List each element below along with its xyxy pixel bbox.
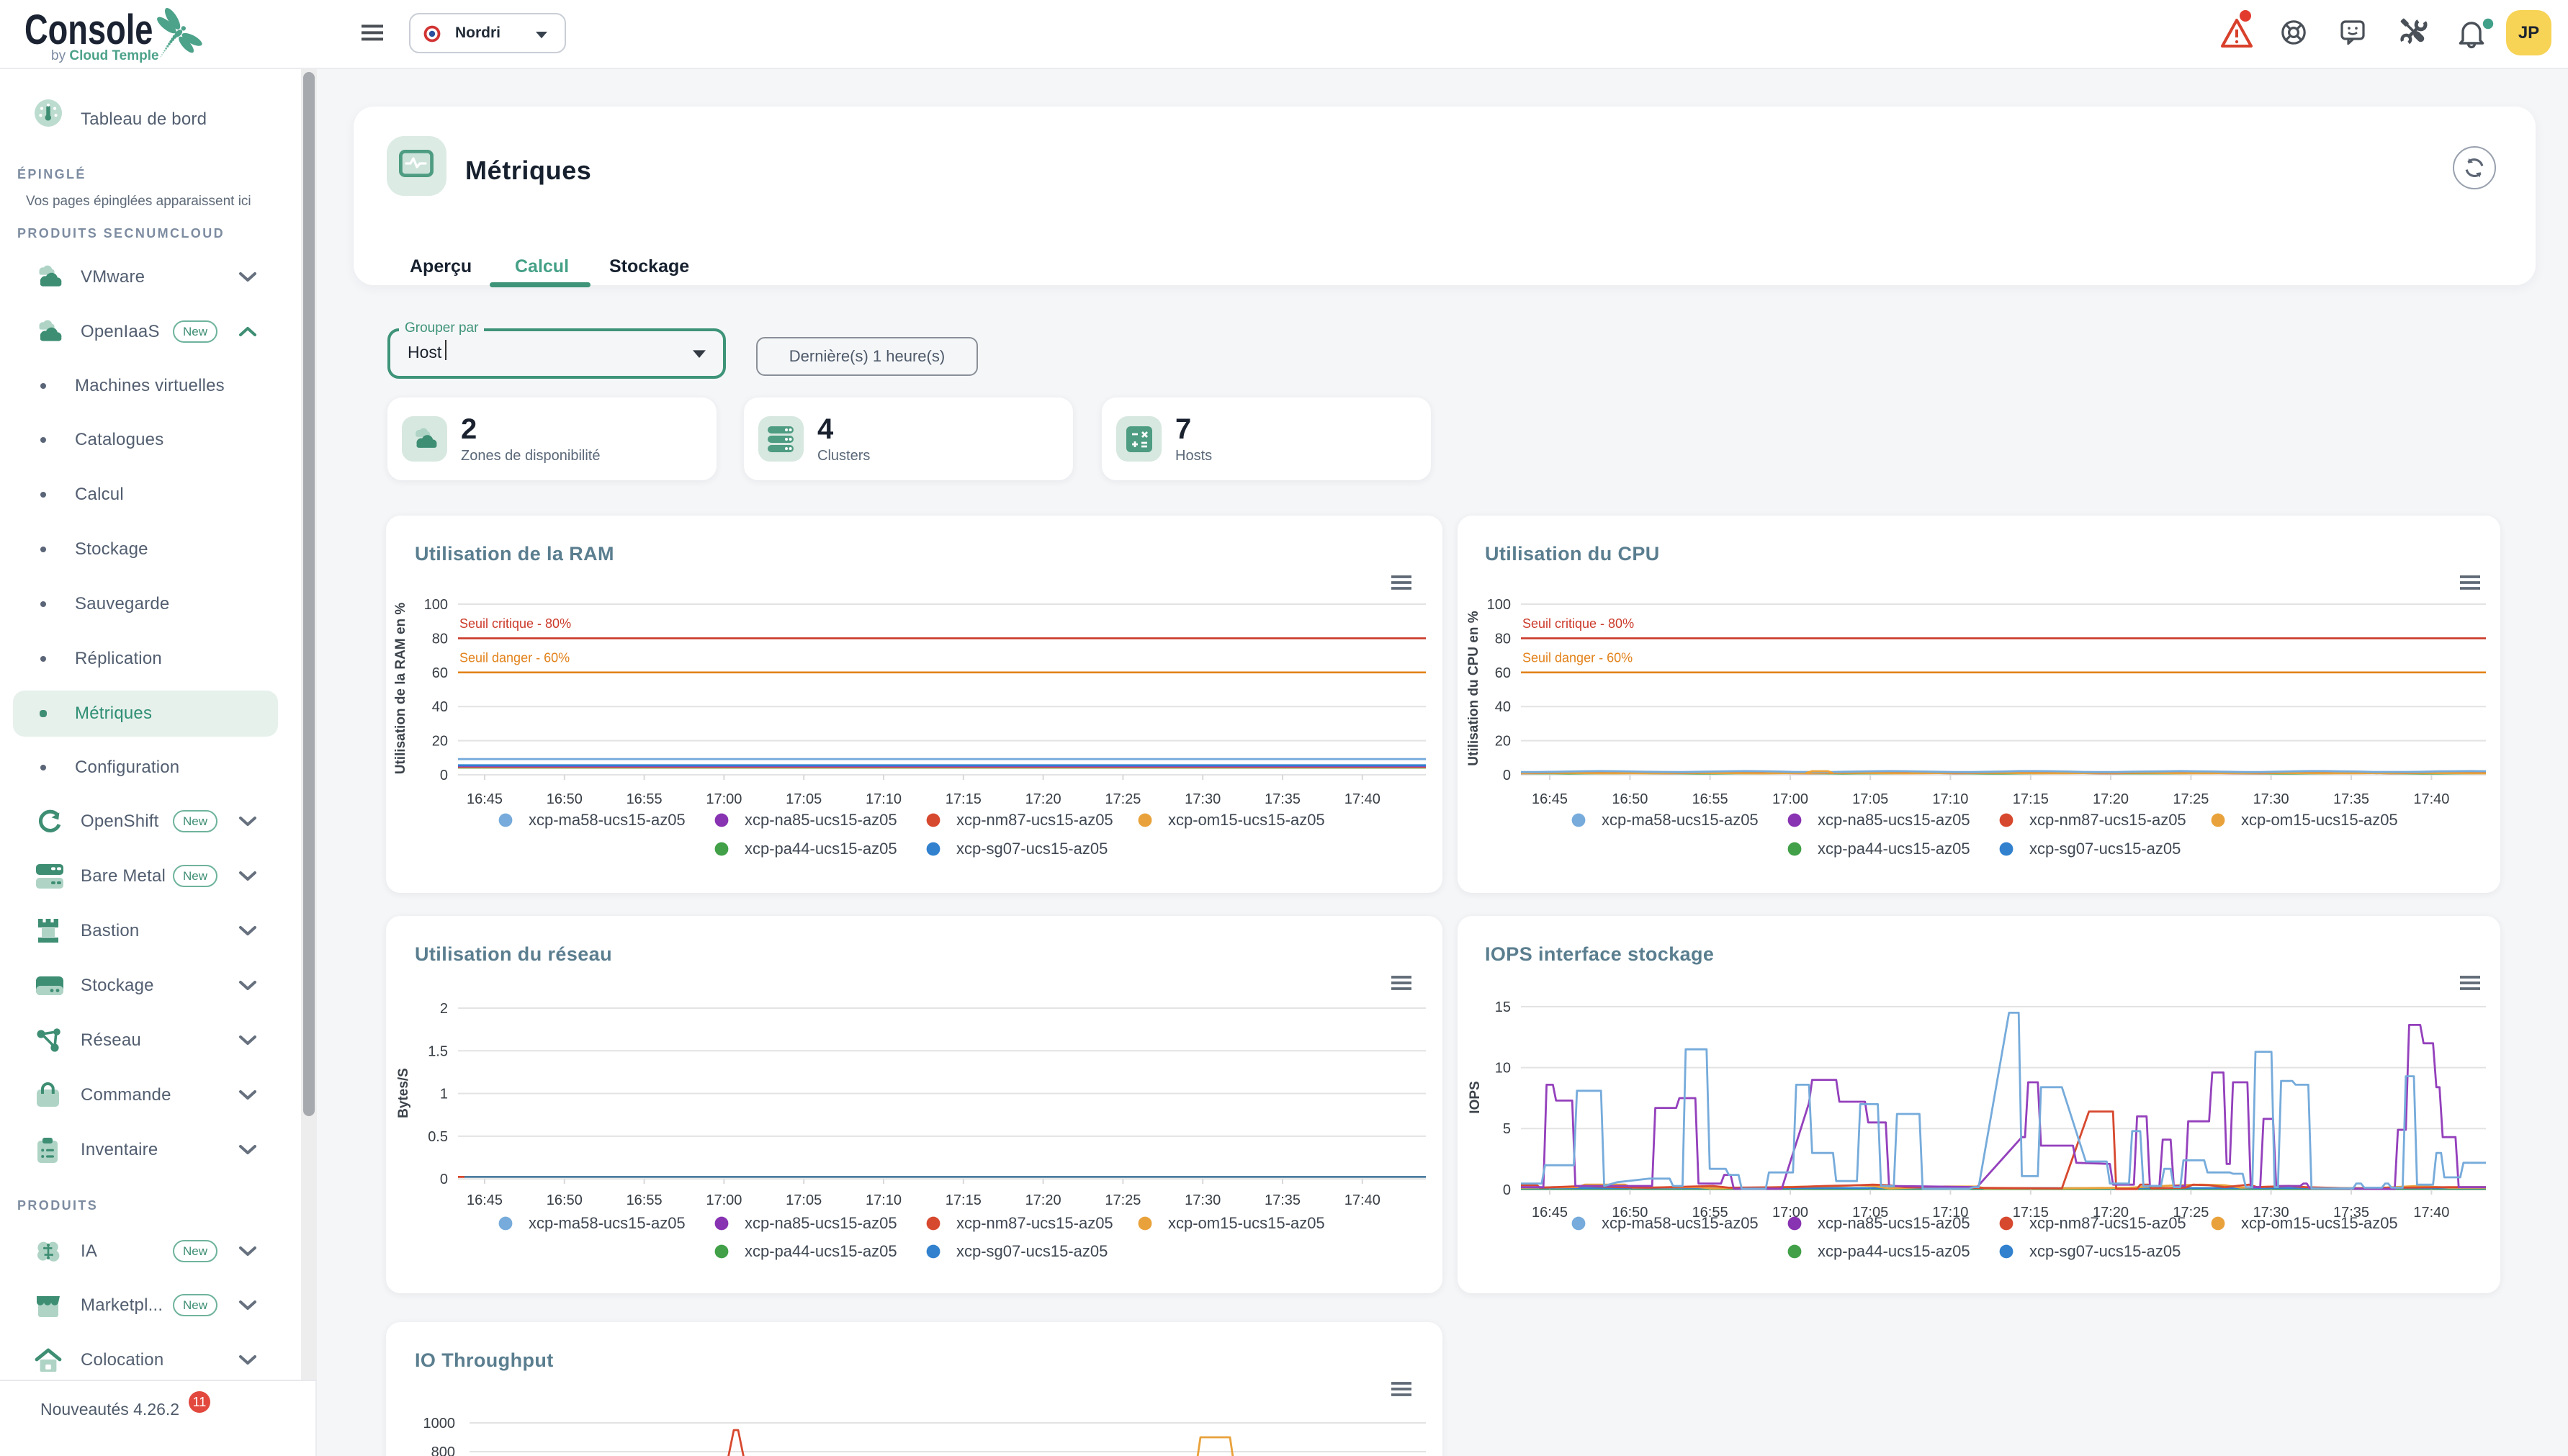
svg-text:Utilisation de la RAM en %: Utilisation de la RAM en %: [393, 603, 408, 775]
svg-text:15: 15: [1495, 999, 1511, 1015]
svg-text:40: 40: [1495, 699, 1511, 715]
svg-text:16:45: 16:45: [1532, 791, 1568, 807]
svg-text:xcp-om15-ucs15-az05: xcp-om15-ucs15-az05: [2241, 811, 2398, 829]
svg-text:17:20: 17:20: [1025, 791, 1061, 807]
svg-text:xcp-na85-ucs15-az05: xcp-na85-ucs15-az05: [1818, 1214, 1970, 1232]
svg-text:17:20: 17:20: [1025, 1192, 1061, 1208]
svg-text:0: 0: [1503, 768, 1511, 783]
svg-text:1000: 1000: [423, 1416, 456, 1432]
svg-text:60: 60: [1495, 665, 1511, 681]
svg-text:1: 1: [440, 1087, 448, 1102]
svg-text:Bytes/S: Bytes/S: [396, 1068, 411, 1118]
svg-text:10: 10: [1495, 1061, 1511, 1077]
svg-text:xcp-sg07-ucs15-az05: xcp-sg07-ucs15-az05: [956, 840, 1108, 858]
svg-text:xcp-pa44-ucs15-az05: xcp-pa44-ucs15-az05: [1818, 1242, 1970, 1260]
svg-text:0.5: 0.5: [428, 1129, 448, 1145]
svg-text:xcp-na85-ucs15-az05: xcp-na85-ucs15-az05: [745, 1214, 897, 1232]
svg-text:17:00: 17:00: [1772, 1205, 1808, 1221]
svg-text:xcp-ma58-ucs15-az05: xcp-ma58-ucs15-az05: [1602, 1214, 1759, 1232]
svg-text:17:40: 17:40: [1344, 1192, 1380, 1208]
svg-text:17:25: 17:25: [1105, 791, 1141, 807]
svg-text:1.5: 1.5: [428, 1043, 448, 1059]
svg-text:17:15: 17:15: [946, 1192, 982, 1208]
svg-text:17:10: 17:10: [1932, 791, 1968, 807]
svg-text:16:50: 16:50: [547, 791, 583, 807]
svg-text:16:55: 16:55: [627, 791, 663, 807]
svg-text:Seuil critique - 80%: Seuil critique - 80%: [1522, 616, 1634, 631]
svg-text:xcp-ma58-ucs15-az05: xcp-ma58-ucs15-az05: [1602, 811, 1759, 829]
svg-text:5: 5: [1503, 1121, 1511, 1137]
svg-text:xcp-ma58-ucs15-az05: xcp-ma58-ucs15-az05: [529, 1214, 686, 1232]
svg-text:17:30: 17:30: [2253, 791, 2289, 807]
svg-text:xcp-pa44-ucs15-az05: xcp-pa44-ucs15-az05: [745, 840, 897, 858]
svg-text:17:05: 17:05: [1852, 791, 1888, 807]
svg-text:xcp-nm87-ucs15-az05: xcp-nm87-ucs15-az05: [956, 811, 1113, 829]
svg-text:xcp-sg07-ucs15-az05: xcp-sg07-ucs15-az05: [2029, 840, 2181, 858]
svg-text:60: 60: [432, 665, 448, 681]
svg-text:0: 0: [440, 768, 448, 783]
svg-text:17:00: 17:00: [706, 1192, 742, 1208]
svg-text:16:45: 16:45: [467, 791, 503, 807]
svg-text:17:25: 17:25: [2173, 791, 2209, 807]
svg-text:17:15: 17:15: [2013, 791, 2049, 807]
svg-text:17:30: 17:30: [1185, 1192, 1221, 1208]
svg-text:Seuil danger - 60%: Seuil danger - 60%: [1522, 650, 1633, 665]
svg-text:xcp-nm87-ucs15-az05: xcp-nm87-ucs15-az05: [956, 1214, 1113, 1232]
svg-text:100: 100: [424, 597, 448, 613]
svg-text:16:45: 16:45: [467, 1192, 503, 1208]
svg-text:2: 2: [440, 1001, 448, 1017]
svg-text:xcp-om15-ucs15-az05: xcp-om15-ucs15-az05: [1168, 1214, 1325, 1232]
svg-text:16:55: 16:55: [627, 1192, 663, 1208]
svg-text:xcp-na85-ucs15-az05: xcp-na85-ucs15-az05: [1818, 811, 1970, 829]
svg-text:16:50: 16:50: [1612, 791, 1648, 807]
svg-text:17:05: 17:05: [786, 1192, 822, 1208]
svg-text:17:05: 17:05: [786, 791, 822, 807]
svg-text:17:15: 17:15: [946, 791, 982, 807]
svg-text:xcp-om15-ucs15-az05: xcp-om15-ucs15-az05: [2241, 1214, 2398, 1232]
svg-text:17:40: 17:40: [1344, 791, 1380, 807]
svg-text:17:35: 17:35: [1265, 791, 1301, 807]
svg-text:16:45: 16:45: [1532, 1205, 1568, 1221]
svg-text:80: 80: [432, 631, 448, 647]
svg-text:xcp-om15-ucs15-az05: xcp-om15-ucs15-az05: [1168, 811, 1325, 829]
svg-text:xcp-ma58-ucs15-az05: xcp-ma58-ucs15-az05: [529, 811, 686, 829]
svg-text:800: 800: [431, 1444, 455, 1456]
svg-text:100: 100: [1487, 597, 1511, 613]
svg-text:0: 0: [1503, 1182, 1511, 1198]
svg-text:17:40: 17:40: [2413, 791, 2449, 807]
svg-text:Seuil critique - 80%: Seuil critique - 80%: [459, 616, 571, 631]
svg-text:xcp-na85-ucs15-az05: xcp-na85-ucs15-az05: [745, 811, 897, 829]
svg-text:Utilisation du CPU en %: Utilisation du CPU en %: [1466, 611, 1481, 765]
svg-text:40: 40: [432, 699, 448, 715]
svg-text:xcp-nm87-ucs15-az05: xcp-nm87-ucs15-az05: [2029, 1214, 2186, 1232]
svg-text:17:10: 17:10: [866, 1192, 902, 1208]
svg-text:0: 0: [440, 1172, 448, 1187]
svg-text:20: 20: [1495, 734, 1511, 750]
svg-text:xcp-sg07-ucs15-az05: xcp-sg07-ucs15-az05: [956, 1242, 1108, 1260]
svg-text:17:00: 17:00: [706, 791, 742, 807]
svg-text:xcp-nm87-ucs15-az05: xcp-nm87-ucs15-az05: [2029, 811, 2186, 829]
svg-text:17:30: 17:30: [1185, 791, 1221, 807]
svg-text:IOPS: IOPS: [1468, 1081, 1483, 1113]
svg-text:xcp-sg07-ucs15-az05: xcp-sg07-ucs15-az05: [2029, 1242, 2181, 1260]
svg-text:xcp-pa44-ucs15-az05: xcp-pa44-ucs15-az05: [745, 1242, 897, 1260]
svg-text:16:50: 16:50: [547, 1192, 583, 1208]
svg-text:Seuil danger - 60%: Seuil danger - 60%: [459, 650, 570, 665]
svg-text:80: 80: [1495, 631, 1511, 647]
svg-text:20: 20: [432, 734, 448, 750]
svg-text:17:25: 17:25: [1105, 1192, 1141, 1208]
svg-text:xcp-pa44-ucs15-az05: xcp-pa44-ucs15-az05: [1818, 840, 1970, 858]
svg-text:17:20: 17:20: [2093, 791, 2129, 807]
svg-text:17:35: 17:35: [2333, 791, 2369, 807]
svg-text:17:00: 17:00: [1772, 791, 1808, 807]
svg-text:16:55: 16:55: [1692, 791, 1728, 807]
svg-text:17:10: 17:10: [866, 791, 902, 807]
svg-text:17:35: 17:35: [1265, 1192, 1301, 1208]
svg-text:17:40: 17:40: [2413, 1205, 2449, 1221]
